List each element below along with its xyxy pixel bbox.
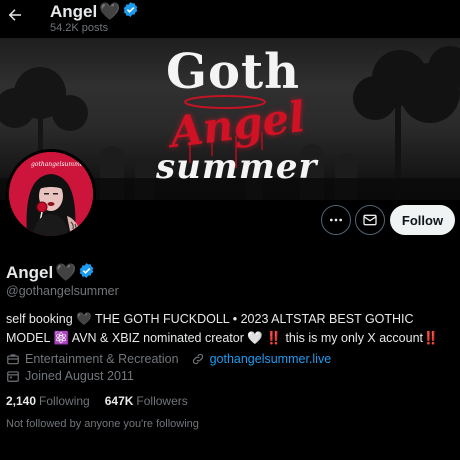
header-title: Angel xyxy=(50,2,98,21)
following-count: 2,140 xyxy=(6,394,37,408)
following-label: Following xyxy=(39,394,90,408)
bio-alert: ‼️ xyxy=(266,331,282,345)
profile-name-row: Angel 🖤 xyxy=(6,262,95,284)
banner-text-goth: Goth xyxy=(166,44,301,100)
profile-website-link[interactable]: gothangelsummer.live xyxy=(210,352,332,366)
verified-badge-icon xyxy=(122,1,139,23)
profile-name-emoji: 🖤 xyxy=(55,263,77,282)
profile-category: Entertainment & Recreation xyxy=(25,352,179,366)
avatar-caption: gothangelsummer xyxy=(31,161,87,168)
header-name-row: Angel 🖤 xyxy=(50,1,139,23)
bio-alert-end: ‼️ xyxy=(423,331,439,345)
top-bar: Angel 🖤 54.2K posts xyxy=(0,0,460,38)
calendar-icon xyxy=(7,371,19,382)
header-title-emoji: 🖤 xyxy=(99,2,121,21)
following-link[interactable]: 2,140 Following xyxy=(6,394,90,408)
followers-link[interactable]: 647K Followers xyxy=(105,394,188,408)
message-button[interactable] xyxy=(355,205,385,235)
posts-count: 54.2K posts xyxy=(50,22,109,34)
bio-text-end: this is my only X account xyxy=(285,331,424,345)
back-arrow-icon[interactable] xyxy=(6,6,24,24)
link-icon xyxy=(192,353,203,365)
profile-meta-row: Entertainment & Recreation gothangelsumm… xyxy=(6,352,331,366)
envelope-icon xyxy=(363,214,377,226)
not-followed-note: Not followed by anyone you're following xyxy=(6,418,199,430)
profile-bio: self booking 🖤 THE GOTH FUCKDOLL • 2023 … xyxy=(6,310,454,348)
verified-badge-icon[interactable] xyxy=(78,262,95,284)
ellipsis-icon xyxy=(330,218,342,222)
banner-text-summer: summer xyxy=(156,147,318,187)
profile-stats: 2,140 Following 647K Followers xyxy=(6,394,188,408)
profile-joined: Joined August 2011 xyxy=(25,369,134,383)
followers-count: 647K xyxy=(104,394,134,408)
profile-handle: @gothangelsummer xyxy=(6,284,119,298)
profile-joined-row: Joined August 2011 xyxy=(6,369,134,383)
follow-button[interactable]: Follow xyxy=(390,205,455,235)
avatar[interactable]: gothangelsummer xyxy=(6,149,96,239)
more-options-button[interactable] xyxy=(321,205,351,235)
briefcase-icon xyxy=(7,354,19,365)
profile-name: Angel xyxy=(6,263,54,282)
followers-label: Followers xyxy=(136,394,188,408)
